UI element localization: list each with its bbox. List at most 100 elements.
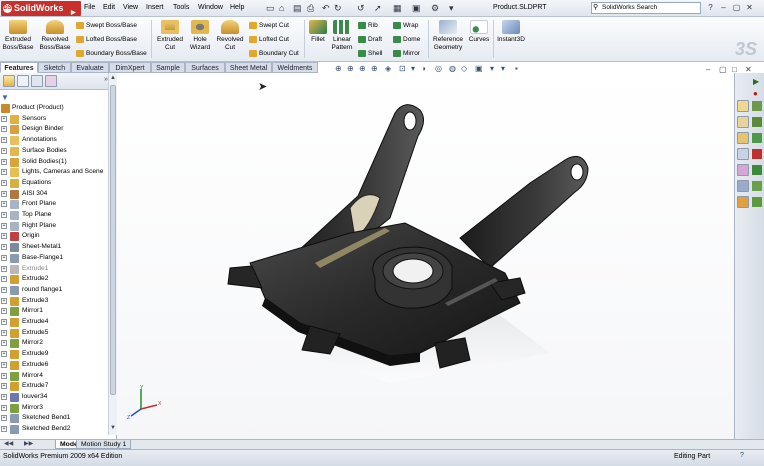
tab-evaluate[interactable]: Evaluate — [71, 62, 109, 73]
scenes-icon[interactable] — [752, 165, 762, 175]
tab-scroll-left-icon[interactable]: ◀◀ — [4, 440, 13, 447]
render-tools-icon[interactable]: ▪ — [515, 64, 518, 73]
extruded-cut-button[interactable]: Extruded Cut — [155, 20, 185, 52]
design-library-tab-icon[interactable] — [737, 116, 749, 128]
file-explorer-icon[interactable] — [752, 117, 762, 127]
custom-properties-tab-icon[interactable] — [752, 181, 762, 191]
expand-toggle-icon[interactable]: + — [1, 426, 7, 432]
configuration-manager-tab-icon[interactable] — [31, 75, 43, 87]
view-palette-icon[interactable] — [737, 148, 749, 160]
restore-icon[interactable]: ▢ — [731, 2, 742, 14]
tab-surfaces[interactable]: Surfaces — [185, 62, 225, 73]
expand-toggle-icon[interactable]: + — [1, 404, 7, 411]
shell-button[interactable]: Shell — [358, 49, 382, 58]
file-explorer-tab-icon[interactable] — [737, 132, 749, 144]
options-dropdown-icon[interactable]: ▾ — [449, 2, 454, 15]
expand-toggle-icon[interactable]: + — [1, 137, 7, 144]
edit-appearance-icon[interactable]: ◍ — [449, 64, 456, 73]
tab-weldments[interactable]: Weldments — [272, 62, 318, 73]
zoom-to-fit-icon[interactable]: ⊕ — [335, 64, 342, 73]
custom-properties-icon[interactable] — [737, 180, 749, 192]
expand-toggle-icon[interactable]: + — [1, 244, 7, 251]
expand-toggle-icon[interactable]: + — [1, 319, 7, 325]
expand-toggle-icon[interactable]: + — [1, 329, 7, 336]
sheet-metal-bracket-model[interactable] — [190, 88, 610, 388]
minimize-icon[interactable]: – — [718, 2, 729, 14]
solidworks-logo[interactable]: DS SolidWorks ▶ — [1, 1, 81, 16]
menu-tools[interactable]: Tools — [173, 4, 189, 11]
expand-toggle-icon[interactable]: + — [1, 340, 7, 347]
view-orientation-dropdown-icon[interactable]: ▾ — [411, 64, 415, 73]
expand-toggle-icon[interactable]: + — [1, 126, 7, 133]
zoom-selection-icon[interactable]: ⊕ — [359, 64, 366, 73]
filter-icon[interactable]: ▼ — [1, 93, 9, 102]
toolbox-icon[interactable] — [737, 196, 749, 208]
toolbox-tab-icon[interactable] — [752, 197, 762, 207]
expand-toggle-icon[interactable]: + — [1, 212, 7, 218]
tab-scroll-right-icon[interactable]: ▶▶ — [24, 440, 33, 447]
expand-toggle-icon[interactable]: + — [1, 190, 7, 197]
linear-pattern-button[interactable]: Linear Pattern — [330, 20, 354, 52]
appearances-tab-icon[interactable] — [737, 164, 749, 176]
zoom-to-area-icon[interactable]: ⊕ — [347, 64, 354, 73]
save-icon[interactable]: ▤ — [293, 2, 302, 15]
expand-toggle-icon[interactable]: + — [1, 351, 7, 358]
print-icon[interactable]: ⎙ — [307, 2, 314, 15]
scroll-down-icon[interactable]: ▼ — [110, 425, 116, 431]
mirror-button[interactable]: Mirror — [393, 49, 420, 58]
curves-button[interactable]: Curves — [467, 20, 491, 44]
previous-view-icon[interactable]: ⊕ — [371, 64, 378, 73]
draft-button[interactable]: Draft — [358, 35, 382, 44]
swept-cut-button[interactable]: Swept Cut — [249, 21, 289, 30]
lofted-cut-button[interactable]: Lofted Cut — [249, 35, 289, 44]
expand-toggle-icon[interactable]: + — [1, 393, 7, 400]
view-settings-dropdown-icon[interactable]: ▾ — [501, 64, 505, 73]
help-dropdown-icon[interactable]: ? — [705, 2, 716, 14]
select-pointer-icon[interactable]: ➚ — [374, 2, 382, 15]
expand-toggle-icon[interactable]: + — [1, 297, 7, 304]
dome-button[interactable]: Dome — [393, 35, 420, 44]
expand-toggle-icon[interactable]: + — [1, 233, 7, 240]
expand-toggle-icon[interactable]: + — [1, 158, 7, 165]
swept-boss-button[interactable]: Swept Boss/Base — [76, 21, 137, 30]
menu-help[interactable]: Help — [230, 4, 244, 11]
display-style-icon[interactable]: ◑ — [421, 64, 426, 73]
search-input[interactable]: ⚲ SolidWorks Search — [591, 2, 701, 14]
tab-sketch[interactable]: Sketch — [38, 62, 71, 73]
reference-geometry-button[interactable]: Reference Geometry — [431, 20, 465, 52]
doc-restore-icon[interactable]: ▢ — [719, 65, 727, 74]
lofted-boss-button[interactable]: Lofted Boss/Base — [76, 35, 137, 44]
solidworks-resources-icon[interactable] — [737, 100, 749, 112]
expand-toggle-icon[interactable]: + — [1, 115, 7, 122]
expand-toggle-icon[interactable]: + — [1, 415, 7, 422]
display-dropdown-icon[interactable]: ▾ — [490, 64, 494, 73]
wrap-button[interactable]: Wrap — [393, 21, 418, 30]
rebuild-icon[interactable]: ↻ — [334, 2, 342, 15]
expand-toggle-icon[interactable]: + — [1, 308, 7, 315]
undo-history-icon[interactable]: ↺ — [357, 2, 365, 15]
fillet-button[interactable]: Fillet — [307, 20, 329, 44]
hole-wizard-button[interactable]: Hole Wizard — [187, 20, 213, 52]
feature-tree-scrollbar[interactable]: ▲ ▼ — [108, 73, 117, 435]
dimxpert-manager-tab-icon[interactable] — [45, 75, 57, 87]
doc-minimize-icon[interactable]: – — [706, 65, 710, 74]
feature-manager-tab-icon[interactable] — [3, 75, 15, 87]
rib-button[interactable]: Rib — [358, 21, 378, 30]
tab-features[interactable]: Features — [0, 62, 38, 73]
instant3d-button[interactable]: Instant3D — [495, 20, 527, 44]
tab-motion-study[interactable]: Motion Study 1 — [76, 440, 132, 449]
apply-scene-icon[interactable]: ◇ — [461, 64, 467, 73]
options-gear-icon[interactable]: ⚙ — [431, 2, 439, 15]
expand-toggle-icon[interactable]: + — [1, 372, 7, 379]
boundary-cut-button[interactable]: Boundary Cut — [249, 49, 299, 58]
expand-toggle-icon[interactable]: + — [1, 276, 7, 283]
close-icon[interactable]: ✕ — [744, 2, 755, 14]
scroll-thumb[interactable] — [110, 85, 116, 395]
view-orientation-icon[interactable]: ⊡ — [399, 64, 406, 73]
tab-sheet-metal[interactable]: Sheet Metal — [225, 62, 272, 73]
view-settings-icon[interactable]: ▣ — [475, 64, 483, 73]
tab-dimxpert[interactable]: DimXpert — [109, 62, 151, 73]
appearances-icon[interactable] — [752, 149, 762, 159]
expand-toggle-icon[interactable]: + — [1, 265, 7, 272]
file-properties-icon[interactable]: ▣ — [412, 2, 421, 15]
